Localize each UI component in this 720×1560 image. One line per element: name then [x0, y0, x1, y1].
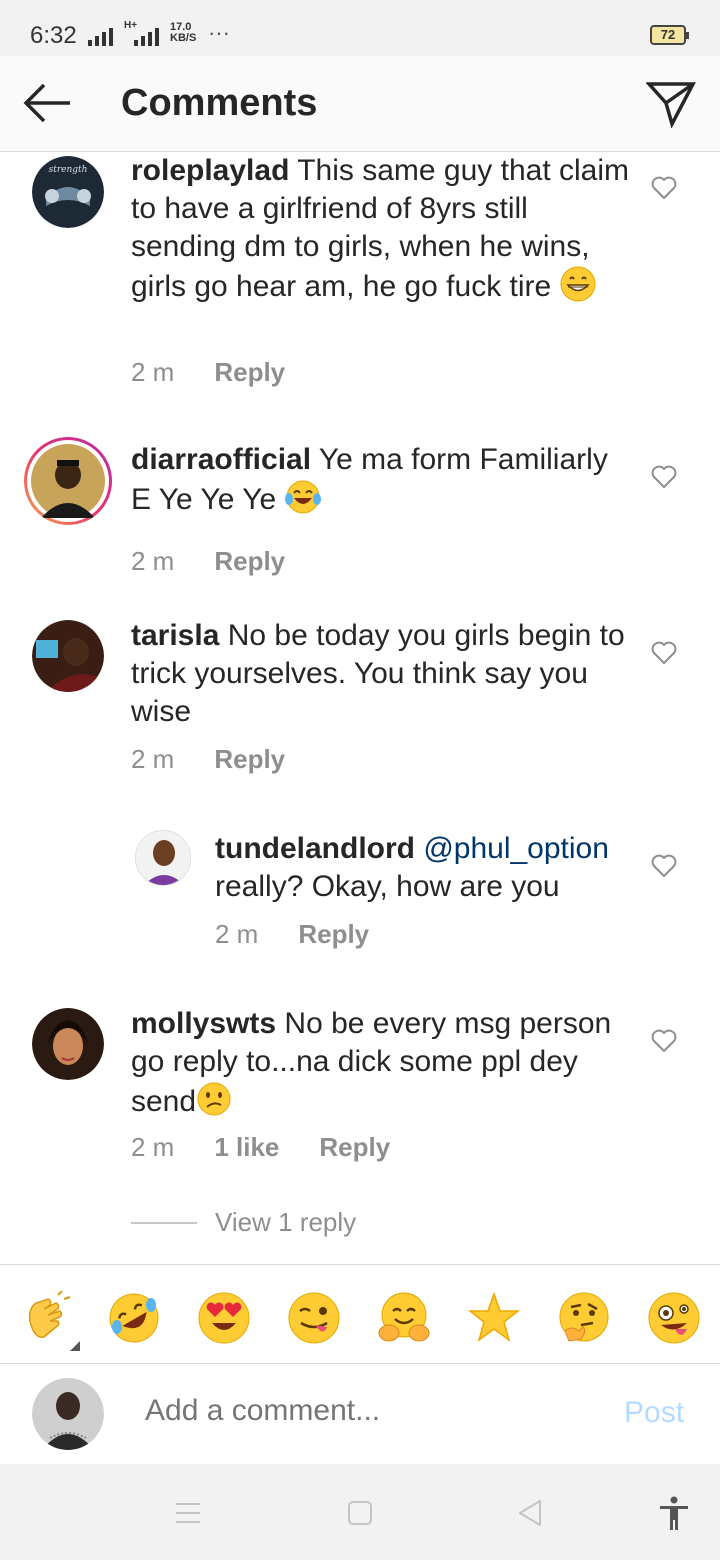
heart-icon[interactable]: [651, 1029, 677, 1053]
header: Comments: [0, 56, 720, 152]
comment-meta: 2 m Reply: [131, 357, 285, 388]
clapping-hands-emoji-icon[interactable]: [18, 1290, 72, 1345]
reply-button[interactable]: Reply: [298, 919, 369, 950]
comment-username[interactable]: tundelandlord: [215, 832, 415, 865]
view-replies-label: View 1 reply: [215, 1207, 357, 1237]
more-notifications-icon: ···: [208, 20, 230, 45]
comment-text: really? Okay, how are you: [215, 870, 560, 903]
home-icon[interactable]: [340, 1494, 380, 1534]
emoji-quick-bar: [0, 1264, 720, 1364]
comment-body: tundelandlord @phul_option really? Okay,…: [215, 830, 635, 906]
heart-eyes-emoji-icon[interactable]: [197, 1291, 251, 1345]
avatar[interactable]: [135, 830, 191, 886]
divider-line: [131, 1221, 197, 1224]
heart-icon[interactable]: [651, 465, 677, 489]
hugging-emoji-icon[interactable]: [377, 1291, 431, 1345]
comment-time: 2 m: [131, 744, 175, 774]
status-bar: 6:32 H+ 17.0 KB/S ··· 72: [0, 0, 720, 56]
avatar[interactable]: [32, 1008, 104, 1080]
heart-icon[interactable]: [651, 641, 677, 665]
view-replies-button[interactable]: View 1 reply: [131, 1207, 356, 1238]
direct-send-icon[interactable]: [645, 78, 696, 129]
heart-icon[interactable]: [651, 176, 677, 200]
rolling-laughing-emoji-icon[interactable]: [107, 1291, 161, 1345]
heart-icon[interactable]: [651, 854, 677, 878]
comment-username[interactable]: diarraofficial: [131, 443, 311, 476]
star-emoji-icon[interactable]: [467, 1291, 521, 1345]
comment-body: roleplaylad This same guy that claim to …: [131, 152, 631, 306]
comments-list[interactable]: strength roleplaylad This same guy that …: [0, 152, 720, 1264]
post-button[interactable]: Post: [624, 1396, 684, 1430]
system-nav-bar: [0, 1464, 720, 1560]
reply-button[interactable]: Reply: [214, 357, 285, 388]
expand-emoji-indicator: [70, 1341, 80, 1351]
avatar[interactable]: strength: [32, 156, 104, 228]
network-speed: 17.0 KB/S: [170, 21, 197, 44]
svg-text:strength: strength: [49, 165, 88, 175]
reply-button[interactable]: Reply: [214, 546, 285, 577]
comment-username[interactable]: mollyswts: [131, 1007, 276, 1040]
confused-emoji-icon: [196, 1081, 232, 1117]
comment-meta: 2 m 1 like Reply: [131, 1132, 390, 1163]
tears-of-joy-emoji-icon: [284, 479, 321, 515]
status-time: 6:32: [30, 22, 77, 49]
comment-meta: 2 m Reply: [131, 744, 285, 775]
comment-meta: 2 m Reply: [215, 919, 369, 950]
comment-time: 2 m: [131, 357, 175, 387]
avatar[interactable]: [32, 620, 104, 692]
signal-icon: [88, 28, 113, 46]
reply-button[interactable]: Reply: [319, 1132, 390, 1163]
reply-button[interactable]: Reply: [214, 744, 285, 775]
winking-tongue-emoji-icon[interactable]: [287, 1291, 341, 1345]
signal-icon-2: [134, 28, 159, 46]
comment-input[interactable]: [145, 1394, 585, 1428]
battery-icon: 72: [650, 25, 689, 45]
thinking-emoji-icon[interactable]: [557, 1291, 611, 1345]
current-user-avatar: [32, 1378, 104, 1450]
comment-body: tarisla No be today you girls begin to t…: [131, 617, 631, 731]
grinning-emoji-icon: [560, 266, 596, 302]
comment-time: 2 m: [131, 1132, 175, 1162]
comment-body: mollyswts No be every msg person go repl…: [131, 1005, 631, 1121]
avatar-story-ring[interactable]: [24, 437, 112, 525]
comment-time: 2 m: [131, 546, 175, 576]
page-title: Comments: [121, 82, 318, 124]
mention-link[interactable]: @phul_option: [423, 832, 609, 865]
comment-composer: Post: [0, 1364, 720, 1464]
accessibility-icon[interactable]: [654, 1494, 694, 1534]
comment-time: 2 m: [215, 919, 259, 949]
menu-icon[interactable]: [168, 1494, 208, 1534]
comment-username[interactable]: tarisla: [131, 619, 219, 652]
comment-body: diarraofficial Ye ma form Familiarly E Y…: [131, 441, 631, 519]
back-arrow-icon[interactable]: [22, 80, 74, 126]
back-icon[interactable]: [512, 1494, 552, 1534]
comment-username[interactable]: roleplaylad: [131, 154, 289, 187]
comment-meta: 2 m Reply: [131, 546, 285, 577]
zany-face-emoji-icon[interactable]: [647, 1291, 701, 1345]
likes-count[interactable]: 1 like: [214, 1132, 279, 1163]
